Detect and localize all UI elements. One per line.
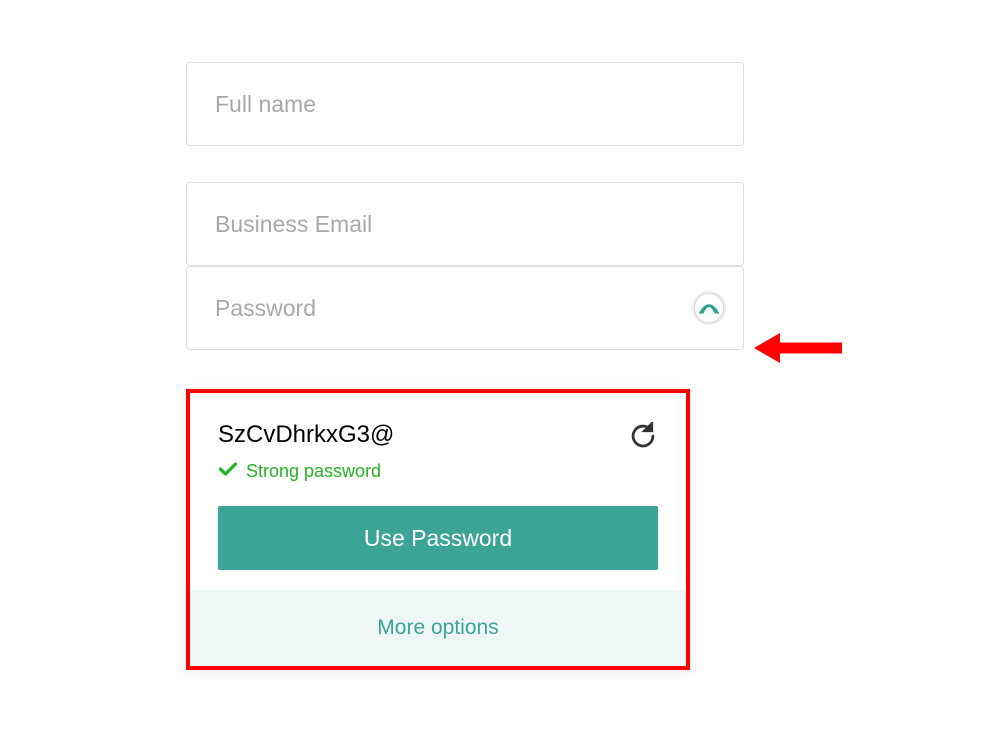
- password-generator-popup: SzCvDhrkxG3@ Strong password Use Passwor…: [186, 389, 690, 670]
- check-icon: [218, 459, 238, 484]
- password-strength-row: Strong password: [218, 459, 658, 484]
- popup-footer: More options: [190, 590, 686, 666]
- more-options-button[interactable]: More options: [377, 616, 498, 640]
- password-wrapper: [186, 266, 744, 350]
- use-password-button[interactable]: Use Password: [218, 506, 658, 570]
- password-strength-label: Strong password: [246, 461, 381, 482]
- signup-form: [186, 62, 744, 350]
- fullname-input[interactable]: [186, 62, 744, 146]
- popup-body: SzCvDhrkxG3@ Strong password Use Passwor…: [190, 393, 686, 590]
- arrow-annotation-icon: [754, 328, 844, 373]
- generated-password-text: SzCvDhrkxG3@: [218, 421, 394, 449]
- password-manager-icon[interactable]: [692, 291, 726, 325]
- password-row: SzCvDhrkxG3@: [218, 421, 658, 451]
- password-input[interactable]: [186, 266, 744, 350]
- email-input[interactable]: [186, 182, 744, 266]
- refresh-icon[interactable]: [628, 421, 658, 451]
